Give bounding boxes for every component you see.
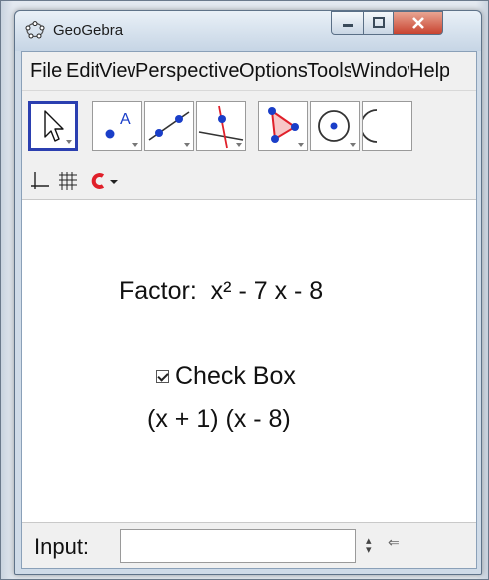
perpendicular-line-tool-button[interactable] xyxy=(196,101,246,151)
menu-bar: File Edit View Perspectives Options Tool… xyxy=(22,52,476,91)
line-tool-icon xyxy=(148,111,190,147)
dropdown-arrow-icon[interactable] xyxy=(108,171,122,191)
perpendicular-line-tool-icon xyxy=(198,105,244,149)
window-title: GeoGebra xyxy=(53,22,124,39)
input-history-icon[interactable]: ⇐ xyxy=(388,534,400,551)
polygon-tool-icon xyxy=(268,107,304,147)
menu-help[interactable]: Help xyxy=(409,58,449,84)
point-tool-icon: A xyxy=(105,111,138,147)
angle-tool-button[interactable] xyxy=(362,101,412,151)
polygon-tool-button[interactable] xyxy=(258,101,308,151)
factor-text[interactable]: Factor: x² - 7 x - 8 xyxy=(119,277,323,306)
close-button[interactable] xyxy=(393,11,443,35)
move-tool-button[interactable] xyxy=(28,101,78,151)
maximize-button[interactable] xyxy=(363,11,395,35)
answer-text[interactable]: (x + 1) (x - 8) xyxy=(147,405,291,434)
check-box[interactable]: Check Box xyxy=(156,362,296,391)
menu-window[interactable]: Window xyxy=(351,58,409,84)
angle-tool-icon xyxy=(363,109,378,143)
minimize-icon xyxy=(343,24,353,27)
input-bar: Input: ▴ ▾ ⇐ xyxy=(22,522,476,568)
checkbox-checked-icon[interactable] xyxy=(156,370,169,383)
app-content: File Edit View Perspectives Options Tool… xyxy=(21,51,477,569)
tool-bar: A xyxy=(22,91,476,163)
title-bar[interactable]: GeoGebra xyxy=(15,11,481,51)
axes-icon[interactable] xyxy=(30,171,50,191)
checkbox-label[interactable]: Check Box xyxy=(175,362,296,391)
input-field[interactable] xyxy=(120,529,356,563)
menu-edit[interactable]: Edit xyxy=(66,58,99,84)
circle-tool-button[interactable] xyxy=(310,101,360,151)
menu-perspectives[interactable]: Perspectives xyxy=(135,58,239,84)
grid-icon[interactable] xyxy=(58,171,78,191)
menu-file[interactable]: File xyxy=(30,58,66,84)
up-down-arrows-icon[interactable]: ▴ ▾ xyxy=(366,536,372,556)
point-label-a: A xyxy=(120,111,131,128)
close-icon xyxy=(412,17,424,29)
input-label: Input: xyxy=(34,534,90,559)
menu-tools[interactable]: Tools xyxy=(307,58,351,84)
maximize-icon xyxy=(373,17,385,28)
menu-options[interactable]: Options xyxy=(239,58,307,84)
circle-tool-icon xyxy=(318,110,356,147)
geogebra-logo-icon xyxy=(25,21,45,39)
point-capturing-icon[interactable] xyxy=(88,171,108,191)
point-tool-button[interactable]: A xyxy=(92,101,142,151)
minimize-button[interactable] xyxy=(331,11,365,35)
line-tool-button[interactable] xyxy=(144,101,194,151)
move-tool-icon xyxy=(44,110,72,144)
style-bar xyxy=(22,163,476,200)
menu-view[interactable]: View xyxy=(99,58,135,84)
graphics-view[interactable]: Factor: x² - 7 x - 8 Check Box (x + 1) (… xyxy=(22,200,476,522)
geogebra-window: GeoGebra File Edit View Perspectives Opt… xyxy=(14,10,482,575)
